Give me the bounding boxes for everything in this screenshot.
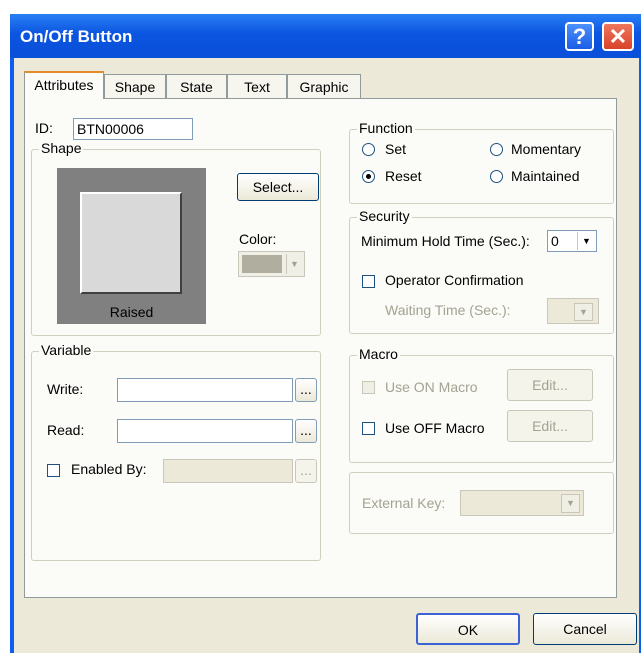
dialog-window: On/Off Button ? ✕ Attributes Shape State… <box>10 14 641 653</box>
help-icon[interactable]: ? <box>565 22 594 51</box>
cancel-button[interactable]: Cancel <box>533 613 637 645</box>
waiting-time-dropdown[interactable]: ▼ <box>547 298 599 324</box>
chevron-down-icon: ▼ <box>561 494 580 513</box>
use-on-macro-edit-button[interactable]: Edit... <box>507 369 593 401</box>
use-on-macro-checkbox[interactable] <box>362 381 375 394</box>
chevron-down-icon: ▼ <box>286 254 302 274</box>
enabled-by-label: Enabled By: <box>71 461 147 477</box>
radio-set-label: Set <box>385 141 407 157</box>
enabled-by-browse-button[interactable]: ... <box>295 459 317 483</box>
shape-caption: Raised <box>109 304 154 320</box>
read-field[interactable] <box>117 419 293 443</box>
use-on-macro-label: Use ON Macro <box>385 379 478 395</box>
hold-time-dropdown[interactable]: 0 ▼ <box>547 230 597 252</box>
operator-confirmation-checkbox[interactable] <box>362 275 375 288</box>
chevron-down-icon: ▼ <box>574 303 593 321</box>
title-bar[interactable]: On/Off Button ? ✕ <box>10 14 641 58</box>
external-key-label: External Key: <box>362 495 446 511</box>
hold-time-label: Minimum Hold Time (Sec.): <box>361 233 530 249</box>
raised-shape-swatch <box>80 192 182 294</box>
write-browse-button[interactable]: ... <box>295 378 317 402</box>
enabled-by-checkbox[interactable] <box>47 464 60 477</box>
shape-preview: Raised <box>57 168 206 324</box>
id-field[interactable]: BTN00006 <box>73 118 193 140</box>
close-icon[interactable]: ✕ <box>602 22 634 51</box>
ok-button[interactable]: OK <box>416 613 520 645</box>
external-key-dropdown[interactable]: ▼ <box>460 490 584 516</box>
radio-maintained-label: Maintained <box>511 168 580 184</box>
use-off-macro-edit-button[interactable]: Edit... <box>507 410 593 442</box>
radio-maintained[interactable] <box>490 170 503 183</box>
waiting-time-label: Waiting Time (Sec.): <box>385 302 511 318</box>
select-shape-button[interactable]: Select... <box>237 173 319 201</box>
tab-text[interactable]: Text <box>227 74 287 98</box>
shape-group-label: Shape <box>39 140 84 156</box>
use-off-macro-checkbox[interactable] <box>362 422 375 435</box>
tab-state[interactable]: State <box>166 74 227 98</box>
function-group-label: Function <box>357 120 415 136</box>
radio-set[interactable] <box>362 143 375 156</box>
color-swatch <box>242 255 282 273</box>
read-label: Read: <box>47 422 85 438</box>
operator-confirmation-label: Operator Confirmation <box>385 272 524 288</box>
radio-reset-label: Reset <box>385 168 422 184</box>
attributes-panel: ID: BTN00006 Shape Raised Select... Colo… <box>24 98 617 598</box>
read-browse-button[interactable]: ... <box>295 419 317 443</box>
use-off-macro-label: Use OFF Macro <box>385 420 485 436</box>
dialog-body: Attributes Shape State Text Graphic ID: … <box>14 58 639 653</box>
chevron-down-icon: ▼ <box>577 232 595 250</box>
color-label: Color: <box>239 231 277 247</box>
tab-graphic[interactable]: Graphic <box>287 74 361 98</box>
radio-reset[interactable] <box>362 170 375 183</box>
security-group-label: Security <box>357 208 412 224</box>
hold-time-value: 0 <box>551 233 559 249</box>
write-label: Write: <box>47 381 84 397</box>
enabled-by-field[interactable] <box>163 459 293 483</box>
window-title: On/Off Button <box>20 27 133 46</box>
color-picker[interactable]: ▼ <box>238 251 305 277</box>
macro-group-label: Macro <box>357 346 400 362</box>
variable-group-label: Variable <box>39 342 94 358</box>
radio-selected-dot <box>366 174 371 179</box>
write-field[interactable] <box>117 378 293 402</box>
radio-momentary[interactable] <box>490 143 503 156</box>
tab-shape[interactable]: Shape <box>104 74 166 98</box>
radio-momentary-label: Momentary <box>511 141 582 157</box>
tab-attributes[interactable]: Attributes <box>24 71 104 99</box>
id-label: ID: <box>35 120 53 136</box>
